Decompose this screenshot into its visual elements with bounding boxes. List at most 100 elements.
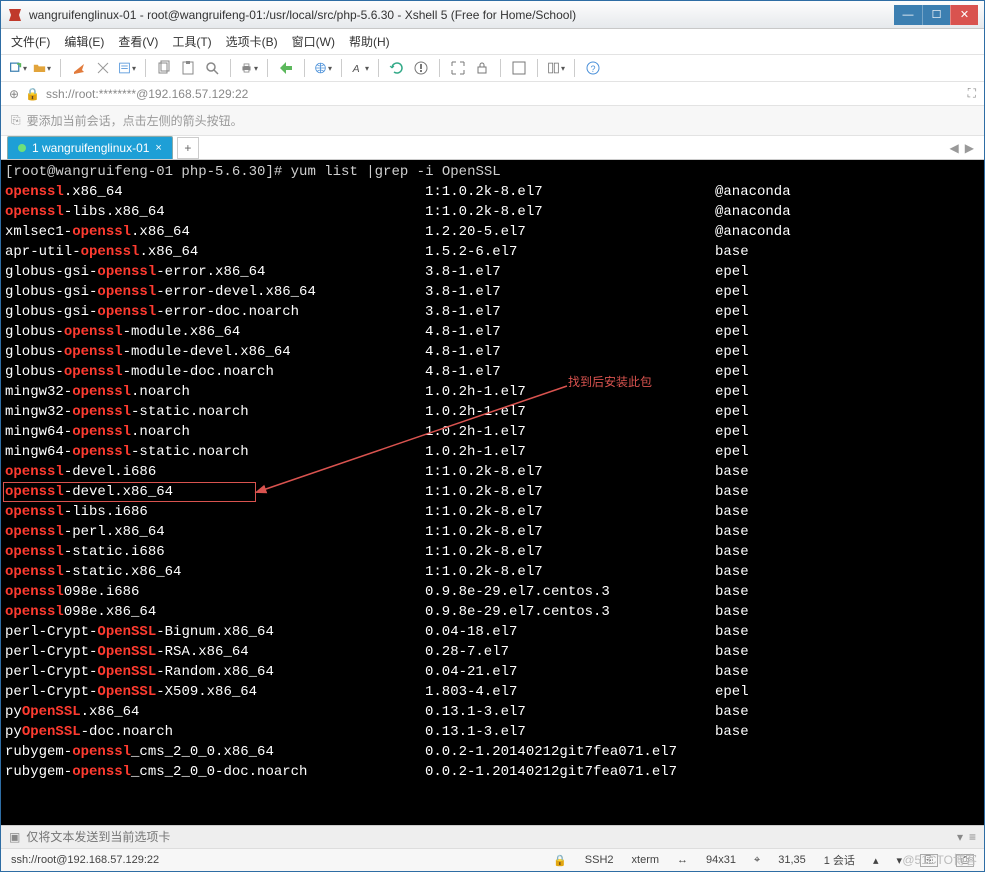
status-dot-icon — [18, 144, 26, 152]
sessions-down-icon[interactable]: ▾ — [896, 854, 902, 867]
open-folder-icon[interactable]: ▾ — [33, 59, 51, 77]
package-version: 3.8-1.el7 — [425, 262, 715, 282]
xftp-icon[interactable] — [277, 59, 295, 77]
package-name: openssl098e.i686 — [5, 582, 425, 602]
window-minimize-button[interactable]: — — [894, 5, 922, 25]
search-icon[interactable] — [203, 59, 221, 77]
package-version: 1:1.0.2k-8.el7 — [425, 482, 715, 502]
send-icon: ▣ — [9, 830, 20, 844]
add-tab-button[interactable]: + — [177, 137, 199, 159]
package-repo: epel — [715, 382, 980, 402]
dropdown-icon[interactable]: ▾ — [957, 830, 963, 844]
menu-icon[interactable]: ≡ — [969, 830, 976, 844]
help-icon[interactable]: ? — [584, 59, 602, 77]
print-icon[interactable]: ▾ — [240, 59, 258, 77]
package-row: openssl-libs.x86_641:1.0.2k-8.el7@anacon… — [5, 202, 980, 222]
package-version: 1.0.2h-1.el7 — [425, 422, 715, 442]
globe-icon[interactable]: ▾ — [314, 59, 332, 77]
refresh-icon[interactable] — [388, 59, 406, 77]
package-repo: epel — [715, 442, 980, 462]
package-repo: base — [715, 642, 980, 662]
package-name: openssl-static.x86_64 — [5, 562, 425, 582]
hint-bar: ⎘ 要添加当前会话，点击左侧的箭头按钮。 — [1, 106, 984, 136]
menu-help[interactable]: 帮助(H) — [349, 33, 390, 50]
address-bar: ⊕ 🔒 ssh://root:********@192.168.57.129:2… — [1, 82, 984, 106]
lock-icon[interactable] — [473, 59, 491, 77]
status-size: 94x31 — [706, 854, 736, 866]
package-name: openssl-libs.i686 — [5, 502, 425, 522]
connect-icon[interactable] — [70, 59, 88, 77]
size-icon: ↔ — [677, 854, 688, 866]
proto-icon: 🔒 — [553, 854, 567, 867]
tab-bar: 1 wangruifenglinux-01 × + ◀ ▶ — [1, 136, 984, 160]
package-row: globus-gsi-openssl-error.x86_643.8-1.el7… — [5, 262, 980, 282]
expand-icon[interactable]: ⛶ — [968, 86, 976, 101]
menu-edit[interactable]: 编辑(E) — [64, 33, 104, 50]
package-name: pyOpenSSL.x86_64 — [5, 702, 425, 722]
sessions-up-icon[interactable]: ▴ — [873, 854, 879, 867]
copy-icon[interactable] — [155, 59, 173, 77]
package-name: perl-Crypt-OpenSSL-Bignum.x86_64 — [5, 622, 425, 642]
package-row: xmlsec1-openssl.x86_641.2.20-5.el7@anaco… — [5, 222, 980, 242]
window-close-button[interactable]: ✕ — [950, 5, 978, 25]
package-version: 0.9.8e-29.el7.centos.3 — [425, 602, 715, 622]
app-icon — [7, 7, 23, 23]
package-name: mingw64-openssl.noarch — [5, 422, 425, 442]
package-version: 0.0.2-1.20140212git7fea071.el7 — [425, 762, 715, 782]
menu-file[interactable]: 文件(F) — [11, 33, 50, 50]
package-name: globus-gsi-openssl-error-doc.noarch — [5, 302, 425, 322]
fullscreen-icon[interactable] — [449, 59, 467, 77]
menu-tool[interactable]: 工具(T) — [172, 33, 211, 50]
package-repo: @anaconda — [715, 202, 980, 222]
package-version: 0.04-18.el7 — [425, 622, 715, 642]
scroll-left-icon[interactable]: ◀ — [950, 141, 959, 155]
package-name: globus-openssl-module.x86_64 — [5, 322, 425, 342]
close-tab-icon[interactable]: × — [155, 142, 161, 154]
package-row: rubygem-openssl_cms_2_0_0-doc.noarch0.0.… — [5, 762, 980, 782]
menu-tab[interactable]: 选项卡(B) — [226, 33, 278, 50]
package-row: openssl-perl.x86_641:1.0.2k-8.el7base — [5, 522, 980, 542]
address-text[interactable]: ssh://root:********@192.168.57.129:22 — [46, 87, 962, 101]
package-repo: epel — [715, 262, 980, 282]
window-maximize-button[interactable]: ☐ — [922, 5, 950, 25]
arrow-icon[interactable]: ⊕ — [9, 87, 19, 101]
package-name: rubygem-openssl_cms_2_0_0.x86_64 — [5, 742, 425, 762]
package-row: openssl-libs.i6861:1.0.2k-8.el7base — [5, 502, 980, 522]
send-input[interactable] — [26, 830, 951, 844]
hint-icon: ⎘ — [11, 113, 21, 128]
properties-icon[interactable]: ▾ — [118, 59, 136, 77]
package-row: globus-gsi-openssl-error-devel.x86_643.8… — [5, 282, 980, 302]
terminal-output[interactable]: [root@wangruifeng-01 php-5.6.30]# yum li… — [1, 160, 984, 825]
menu-window[interactable]: 窗口(W) — [292, 33, 335, 50]
font-icon[interactable]: A▾ — [351, 59, 369, 77]
paste-icon[interactable] — [179, 59, 197, 77]
package-row: pyOpenSSL-doc.noarch0.13.1-3.el7base — [5, 722, 980, 742]
window-title: wangruifenglinux-01 - root@wangruifeng-0… — [29, 8, 894, 22]
new-session-icon[interactable]: ▾ — [9, 59, 27, 77]
package-name: globus-openssl-module-devel.x86_64 — [5, 342, 425, 362]
package-name: globus-gsi-openssl-error-devel.x86_64 — [5, 282, 425, 302]
session-tab[interactable]: 1 wangruifenglinux-01 × — [7, 136, 173, 159]
package-repo: epel — [715, 422, 980, 442]
send-bar: ▣ ▾ ≡ — [1, 825, 984, 848]
package-row: openssl098e.i6860.9.8e-29.el7.centos.3ba… — [5, 582, 980, 602]
package-name: openssl-devel.i686 — [5, 462, 425, 482]
pos-icon: ⌖ — [754, 854, 760, 867]
package-name: mingw64-openssl-static.noarch — [5, 442, 425, 462]
package-repo: epel — [715, 342, 980, 362]
layout2-icon[interactable]: ▾ — [547, 59, 565, 77]
package-repo: @anaconda — [715, 182, 980, 202]
menu-view[interactable]: 查看(V) — [118, 33, 158, 50]
package-repo — [715, 742, 980, 762]
disconnect-icon[interactable] — [94, 59, 112, 77]
titlebar[interactable]: wangruifenglinux-01 - root@wangruifeng-0… — [1, 1, 984, 29]
status-connection: ssh://root@192.168.57.129:22 — [11, 854, 159, 866]
layout1-icon[interactable] — [510, 59, 528, 77]
package-name: rubygem-openssl_cms_2_0_0-doc.noarch — [5, 762, 425, 782]
annotation-text: 找到后安装此包 — [568, 372, 652, 392]
stop-icon[interactable] — [412, 59, 430, 77]
package-repo: base — [715, 562, 980, 582]
scroll-right-icon[interactable]: ▶ — [965, 141, 974, 155]
num-icon: ⎙ — [956, 854, 974, 867]
package-version: 1:1.0.2k-8.el7 — [425, 202, 715, 222]
